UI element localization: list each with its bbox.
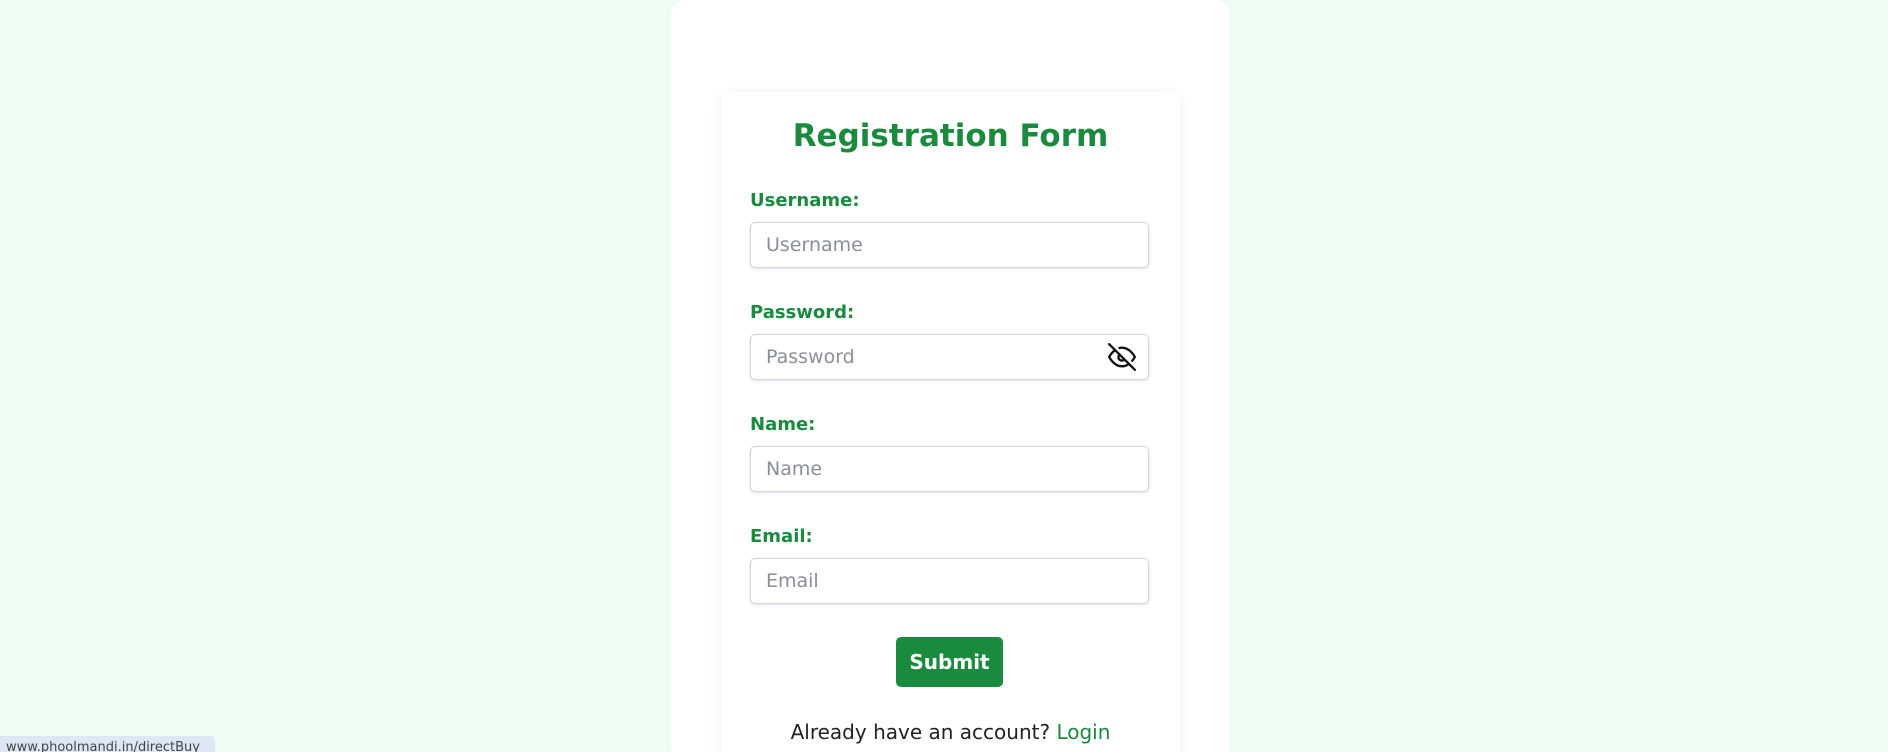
password-input[interactable] [750, 334, 1149, 380]
submit-button[interactable]: Submit [896, 637, 1003, 687]
username-label: Username: [750, 190, 860, 211]
username-input[interactable] [750, 222, 1149, 268]
login-prompt-row: Already have an account? Login [721, 720, 1180, 744]
email-input[interactable] [750, 558, 1149, 604]
form-title: Registration Form [792, 118, 1109, 154]
registration-form: Registration Form Username: Password: Na… [721, 92, 1180, 752]
name-label: Name: [750, 414, 816, 435]
page: Registration Form Username: Password: Na… [0, 0, 1888, 752]
login-link[interactable]: Login [1056, 720, 1110, 744]
login-prompt-text: Already have an account? [790, 720, 1051, 744]
email-label: Email: [750, 526, 813, 547]
password-label: Password: [750, 302, 855, 323]
name-input[interactable] [750, 446, 1149, 492]
eye-slash-icon[interactable] [1106, 341, 1138, 373]
status-bar-url: www.phoolmandi.in/directBuy [0, 736, 215, 752]
